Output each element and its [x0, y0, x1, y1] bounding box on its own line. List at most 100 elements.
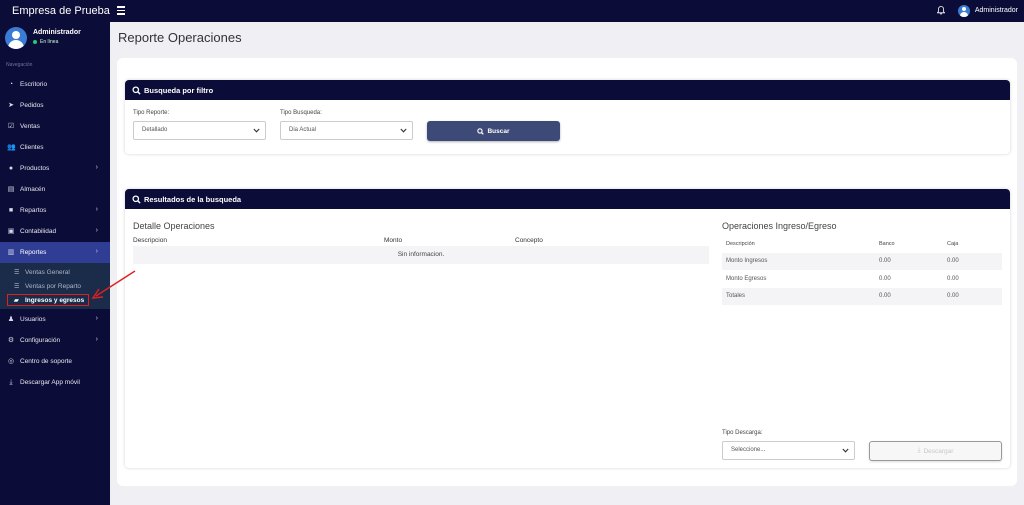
sidebar-item-reportes[interactable]: ▥ Reportes › — [0, 242, 110, 263]
tipo-descarga-value: Seleccione... — [731, 447, 766, 453]
hamburger-menu-icon[interactable] — [117, 6, 125, 15]
operaciones-io-title: Operaciones Ingreso/Egreso — [722, 221, 837, 231]
nav-header: Navegación — [6, 62, 33, 68]
io-cell-caja: 0.00 — [947, 293, 959, 299]
column-header-concepto: Concepto — [515, 237, 543, 244]
sidebar-item-centro-soporte[interactable]: ◎ Centro de soporte — [0, 351, 110, 372]
sidebar-item-label: Configuración — [20, 337, 61, 344]
sidebar-item-contabilidad[interactable]: ▣ Contabilidad › — [0, 221, 110, 242]
submenu-item-ingresos-egresos[interactable]: ▰ Ingresos y egresos — [0, 293, 110, 307]
bell-icon[interactable] — [937, 6, 945, 15]
detalle-operaciones-title: Detalle Operaciones — [133, 221, 215, 231]
lifebuoy-icon: ◎ — [7, 357, 15, 365]
page-title: Reporte Operaciones — [118, 30, 242, 45]
tipo-busqueda-select[interactable]: Dia Actual — [280, 121, 413, 140]
chevron-right-icon: › — [95, 248, 98, 255]
gauge-icon: ◔ — [8, 80, 14, 88]
sidebar-item-repartos[interactable]: ■ Repartos › — [0, 200, 110, 221]
sidebar-item-label: Productos — [20, 165, 50, 172]
user-avatar — [5, 27, 27, 49]
tipo-busqueda-label: Tipo Busqueda: — [280, 110, 322, 116]
sidebar-item-productos[interactable]: ● Productos › — [0, 158, 110, 179]
sidebar-item-escritorio[interactable]: ◔ Escritorio — [0, 74, 110, 95]
filter-card: Busqueda por filtro Tipo Reporte: Detall… — [125, 80, 1010, 154]
descargar-button[interactable]: ⤓ Descargar — [869, 441, 1002, 461]
io-cell-banco: 0.00 — [879, 258, 891, 264]
sidebar-item-configuracion[interactable]: ⚙ Configuración › — [0, 330, 110, 351]
chevron-right-icon: › — [95, 315, 98, 322]
io-cell-desc: Monto Ingresos — [726, 258, 768, 264]
buscar-button[interactable]: Buscar — [427, 121, 560, 141]
user-panel: Administrador En línea — [0, 22, 110, 56]
submenu-item-label: Ventas por Reparto — [25, 282, 82, 290]
sidebar-item-label: Centro de soporte — [20, 358, 73, 365]
column-header-monto: Monto — [384, 237, 403, 244]
tipo-descarga-select[interactable]: Seleccione... — [722, 441, 855, 460]
sidebar-item-label: Contabilidad — [20, 228, 57, 235]
money-icon: ▣ — [7, 227, 15, 235]
chevron-down-icon — [400, 128, 407, 133]
chevron-right-icon: › — [95, 336, 98, 343]
sidebar-item-label: Escritorio — [20, 81, 48, 88]
topbar: Administrador — [110, 0, 1024, 22]
sidebar-item-label: Clientes — [20, 144, 44, 151]
filter-card-header: Busqueda por filtro — [125, 80, 1010, 100]
io-cell-banco: 0.00 — [879, 276, 891, 282]
download-icon: ⤓ — [9, 378, 13, 386]
brand-name[interactable]: Empresa de Prueba — [0, 0, 110, 22]
tipo-reporte-label: Tipo Reporte: — [133, 110, 170, 116]
sidebar-item-ventas[interactable]: ☑ Ventas — [0, 116, 110, 137]
sidebar-item-label: Usuarios — [20, 316, 46, 323]
io-header-banco: Banco — [879, 241, 895, 247]
sidebar-item-almacen[interactable]: ▤ Almacén — [0, 179, 110, 200]
sidebar-item-label: Reportes — [20, 249, 47, 256]
list-icon: ☰ — [14, 269, 20, 276]
chevron-down-icon — [842, 448, 849, 453]
gears-icon: ⚙ — [7, 336, 15, 344]
download-icon: ⤓ — [917, 447, 921, 454]
io-header-descripcion: Descripción — [726, 241, 755, 247]
column-header-descripcion: Descripcion — [133, 237, 167, 244]
io-table-row: Totales 0.00 0.00 — [722, 288, 1002, 305]
io-header-caja: Caja — [947, 241, 959, 247]
tipo-descarga-label: Tipo Descarga: — [722, 430, 763, 436]
paper-plane-icon: ➤ — [8, 101, 14, 109]
io-table-row: Monto Egresos 0.00 0.00 — [722, 271, 1002, 288]
search-icon — [477, 127, 485, 135]
truck-icon: ■ — [8, 206, 14, 214]
sidebar-item-usuarios[interactable]: ♟ Usuarios › — [0, 309, 110, 330]
chevron-right-icon: › — [95, 227, 98, 234]
submenu-item-label: Ventas General — [25, 268, 70, 276]
topbar-user-name[interactable]: Administrador — [975, 7, 1018, 14]
results-card: Resultados de la busqueda Detalle Operac… — [125, 189, 1010, 468]
sidebar-item-clientes[interactable]: 👥 Clientes — [0, 137, 110, 158]
reportes-submenu: ☰ Ventas General ☰ Ventas por Reparto ▰ … — [0, 263, 110, 309]
topbar-avatar[interactable] — [958, 5, 970, 17]
tipo-busqueda-value: Dia Actual — [289, 127, 317, 133]
io-cell-desc: Totales — [726, 293, 746, 299]
io-cell-caja: 0.00 — [947, 258, 959, 264]
user-icon: ♟ — [7, 315, 15, 323]
tipo-reporte-select[interactable]: Detallado — [133, 121, 266, 140]
list-icon: ☰ — [14, 283, 20, 290]
sidebar-item-label: Pedidos — [20, 102, 44, 109]
filter-card-title: Busqueda por filtro — [144, 85, 214, 95]
sidebar: Empresa de Prueba Administrador En línea… — [0, 0, 110, 505]
nav-list: ◔ Escritorio ➤ Pedidos ☑ Ventas 👥 Client… — [0, 74, 110, 393]
submenu-item-ventas-general[interactable]: ☰ Ventas General — [0, 265, 110, 279]
io-cell-caja: 0.00 — [947, 276, 959, 282]
descargar-button-label: Descargar — [923, 447, 954, 455]
io-cell-desc: Monto Egresos — [726, 276, 767, 282]
sidebar-item-label: Ventas — [20, 123, 40, 130]
sidebar-item-label: Repartos — [20, 207, 47, 214]
io-cell-banco: 0.00 — [879, 293, 891, 299]
submenu-item-ventas-por-reparto[interactable]: ☰ Ventas por Reparto — [0, 279, 110, 293]
sidebar-item-pedidos[interactable]: ➤ Pedidos — [0, 95, 110, 116]
user-status-text: En línea — [40, 39, 59, 45]
tipo-reporte-value: Detallado — [142, 127, 168, 133]
submenu-item-label: Ingresos y egresos — [25, 296, 85, 304]
sidebar-item-descargar-app[interactable]: ⤓ Descargar App móvil — [0, 372, 110, 393]
search-icon — [132, 194, 141, 204]
sidebar-item-label: Descargar App móvil — [20, 379, 80, 386]
user-name: Administrador — [33, 29, 81, 36]
